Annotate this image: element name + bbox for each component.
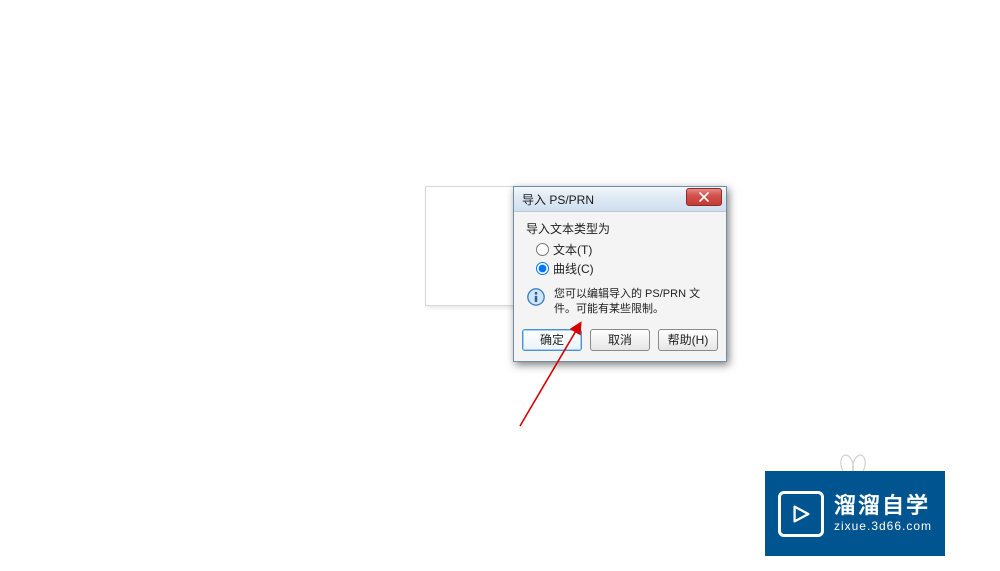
ok-button[interactable]: 确定: [522, 329, 582, 351]
dialog-titlebar[interactable]: 导入 PS/PRN: [514, 187, 726, 212]
import-psprn-dialog: 导入 PS/PRN 导入文本类型为 文本(T) 曲线(C): [513, 186, 727, 362]
radio-curve-input[interactable]: [536, 262, 549, 275]
watermark-title: 溜溜自学: [834, 494, 932, 518]
radio-text[interactable]: 文本(T): [536, 241, 714, 258]
close-button[interactable]: [686, 188, 722, 206]
watermark-url: zixue.3d66.com: [834, 520, 932, 533]
radio-text-label: 文本(T): [553, 241, 592, 258]
radio-curve[interactable]: 曲线(C): [536, 260, 714, 277]
button-row: 确定 取消 帮助(H): [526, 329, 714, 351]
info-text: 您可以编辑导入的 PS/PRN 文件。可能有某些限制。: [554, 287, 714, 317]
cancel-button[interactable]: 取消: [590, 329, 650, 351]
watermark-logo-icon: [778, 491, 824, 537]
info-icon: [526, 287, 546, 307]
radio-text-input[interactable]: [536, 243, 549, 256]
background-page: [425, 186, 519, 306]
radio-curve-label: 曲线(C): [553, 260, 594, 277]
dialog-title: 导入 PS/PRN: [522, 191, 686, 208]
help-button[interactable]: 帮助(H): [658, 329, 718, 351]
watermark-bunny-icon: [838, 451, 868, 473]
info-row: 您可以编辑导入的 PS/PRN 文件。可能有某些限制。: [526, 287, 714, 317]
dialog-body: 导入文本类型为 文本(T) 曲线(C) 您可以编辑导入的 PS/PRN 文件。可…: [514, 212, 726, 361]
watermark-banner: 溜溜自学 zixue.3d66.com: [765, 471, 945, 556]
group-label: 导入文本类型为: [526, 220, 714, 237]
close-icon: [699, 192, 709, 202]
watermark-text: 溜溜自学 zixue.3d66.com: [834, 494, 932, 533]
